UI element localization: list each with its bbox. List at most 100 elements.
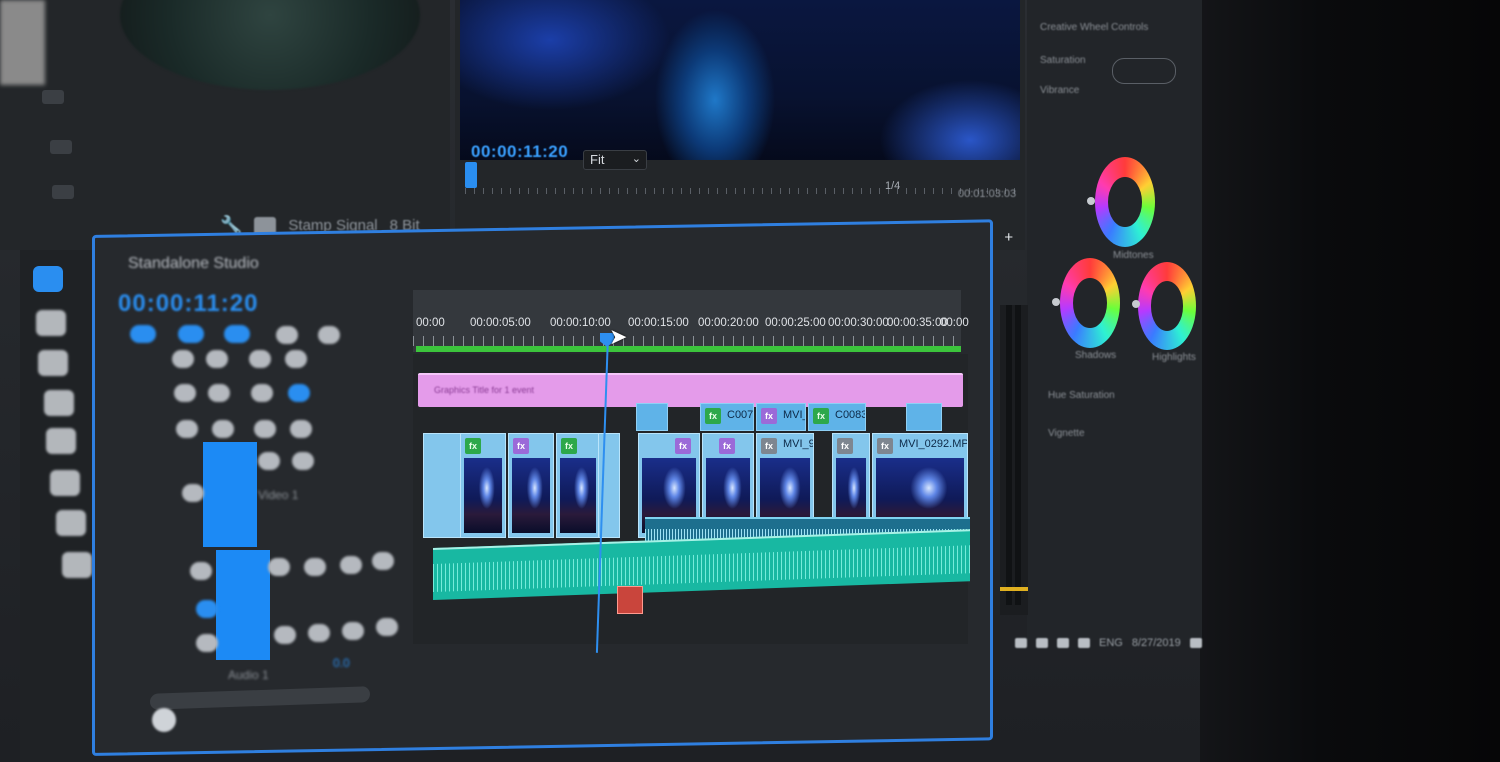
linked-selection-button[interactable] — [224, 325, 250, 343]
sequence-timecode[interactable]: 00:00:11:20 — [118, 290, 258, 318]
shadows-color-wheel[interactable] — [1060, 258, 1120, 348]
audio-track-label: Audio 1 — [228, 668, 269, 682]
video2-clip[interactable]: fx C0079. — [700, 403, 754, 431]
notification-icon[interactable] — [1189, 638, 1202, 648]
video1-clip[interactable]: fx — [556, 433, 600, 538]
meter-bar-right — [1015, 305, 1021, 605]
video1-clip[interactable] — [423, 433, 463, 538]
track-toggle[interactable] — [292, 452, 314, 470]
shadows-slider-handle[interactable] — [1052, 298, 1060, 306]
track-toggle[interactable] — [249, 350, 271, 368]
track-toggle[interactable] — [254, 420, 276, 438]
track-toggle[interactable] — [290, 420, 312, 438]
highlights-color-wheel[interactable] — [1138, 262, 1196, 350]
scrollbar-handle[interactable] — [152, 708, 176, 732]
tray-language[interactable]: ENG — [1099, 637, 1123, 649]
shadows-label: Shadows — [1075, 350, 1117, 361]
tray-icon[interactable] — [1036, 638, 1048, 648]
video2-clip[interactable] — [906, 403, 942, 431]
video1-clip[interactable]: fx — [508, 433, 554, 538]
midtones-slider-handle[interactable] — [1087, 197, 1095, 205]
source-tool-icon[interactable] — [52, 185, 74, 199]
clip-name: MVI_0292.MP — [899, 438, 968, 450]
sequence-tab[interactable]: Standalone Studio — [128, 255, 259, 273]
hand-tool-icon[interactable] — [56, 510, 86, 536]
mute-toggle[interactable] — [268, 558, 290, 576]
tray-icon[interactable] — [1015, 638, 1027, 648]
zoom-fit-select[interactable]: Fit ⌄ — [583, 150, 647, 170]
video2-clip[interactable]: fx C0083.MP — [808, 403, 866, 431]
add-marker-button[interactable] — [276, 326, 298, 344]
track-lock-toggle[interactable] — [182, 484, 204, 502]
playback-resolution-select[interactable]: 1/4 — [885, 180, 900, 192]
track-volume-value[interactable]: 0.0 — [333, 656, 350, 670]
video2-clip[interactable] — [636, 403, 668, 431]
track-output-toggle[interactable] — [288, 384, 310, 402]
track-toggle[interactable] — [206, 350, 228, 368]
fx-badge: fx — [719, 438, 735, 454]
slip-tool-icon[interactable] — [46, 428, 76, 454]
mute-toggle[interactable] — [274, 626, 296, 644]
video2-clip[interactable]: fx MVI_0 — [756, 403, 806, 431]
source-tool-icon[interactable] — [42, 90, 64, 104]
tray-icon[interactable] — [1078, 638, 1090, 648]
add-button-icon[interactable]: + — [1001, 229, 1017, 246]
program-timecode[interactable]: 00:00:11:20 — [471, 142, 568, 162]
mic-icon[interactable] — [376, 618, 398, 636]
razor-tool-icon[interactable] — [44, 390, 74, 416]
mic-icon[interactable] — [372, 552, 394, 570]
video1-clip[interactable]: fx — [460, 433, 506, 538]
meter-level — [1000, 587, 1028, 591]
track-toggle[interactable] — [251, 384, 273, 402]
work-area-bar[interactable] — [416, 346, 961, 352]
insert-sequence-button[interactable] — [130, 325, 156, 343]
clip-name: C0083.MP — [835, 409, 865, 421]
ruler-label: 00:00:05:00 — [470, 317, 531, 329]
track-toggle[interactable] — [172, 350, 194, 368]
voice-over-toggle[interactable] — [342, 622, 364, 640]
voice-over-toggle[interactable] — [340, 556, 362, 574]
clip-name: MVI_0 — [783, 409, 805, 421]
timeline-settings-button[interactable] — [318, 326, 340, 344]
solo-toggle[interactable] — [304, 558, 326, 576]
audio-clip-marker[interactable] — [617, 586, 643, 614]
program-playhead[interactable] — [465, 162, 477, 188]
track-toggle[interactable] — [176, 420, 198, 438]
track-select-tool-icon[interactable] — [36, 310, 66, 336]
source-tool-icon[interactable] — [50, 140, 72, 154]
ruler-label: 00:00:30:00 — [828, 317, 889, 329]
track-toggle[interactable] — [190, 562, 212, 580]
program-time-ruler[interactable] — [465, 172, 1020, 202]
title-clip-label: Graphics Title for 1 event — [434, 385, 535, 395]
tray-date[interactable]: 8/27/2019 — [1132, 637, 1181, 649]
track-toggle[interactable] — [196, 634, 218, 652]
track-toggle[interactable] — [208, 384, 230, 402]
snap-button[interactable] — [178, 325, 204, 343]
highlights-slider-handle[interactable] — [1132, 300, 1140, 308]
pen-tool-icon[interactable] — [50, 470, 80, 496]
ripple-edit-tool-icon[interactable] — [38, 350, 68, 376]
track-toggle[interactable] — [285, 350, 307, 368]
solo-toggle[interactable] — [308, 624, 330, 642]
fx-badge: fx — [675, 438, 691, 454]
track-toggle[interactable] — [212, 420, 234, 438]
selection-tool-icon[interactable] — [33, 266, 63, 292]
lumetri-sub-section[interactable]: Hue Saturation — [1048, 390, 1115, 401]
video-track-target[interactable] — [203, 442, 257, 547]
tray-icon[interactable] — [1057, 638, 1069, 648]
lumetri-section-title[interactable]: Creative Wheel Controls — [1040, 22, 1148, 33]
track-toggle[interactable] — [258, 452, 280, 470]
ruler-label: 00:00:15:00 — [628, 317, 689, 329]
mouse-pointer-icon: ➤ — [609, 324, 628, 349]
track-toggle[interactable] — [174, 384, 196, 402]
type-tool-icon[interactable] — [62, 552, 92, 578]
lumetri-toggle[interactable] — [1112, 58, 1176, 84]
track-toggle[interactable] — [196, 600, 218, 618]
lumetri-sub-section[interactable]: Vignette — [1048, 428, 1085, 439]
ruler-ticks — [413, 336, 961, 346]
midtones-color-wheel[interactable] — [1095, 157, 1155, 247]
program-duration: 00:01:03:03 — [958, 188, 1017, 200]
title-graphic-clip[interactable]: Graphics Title for 1 event — [418, 373, 963, 407]
audio-track-target[interactable] — [216, 550, 270, 660]
clip-thumbnail — [512, 458, 550, 533]
